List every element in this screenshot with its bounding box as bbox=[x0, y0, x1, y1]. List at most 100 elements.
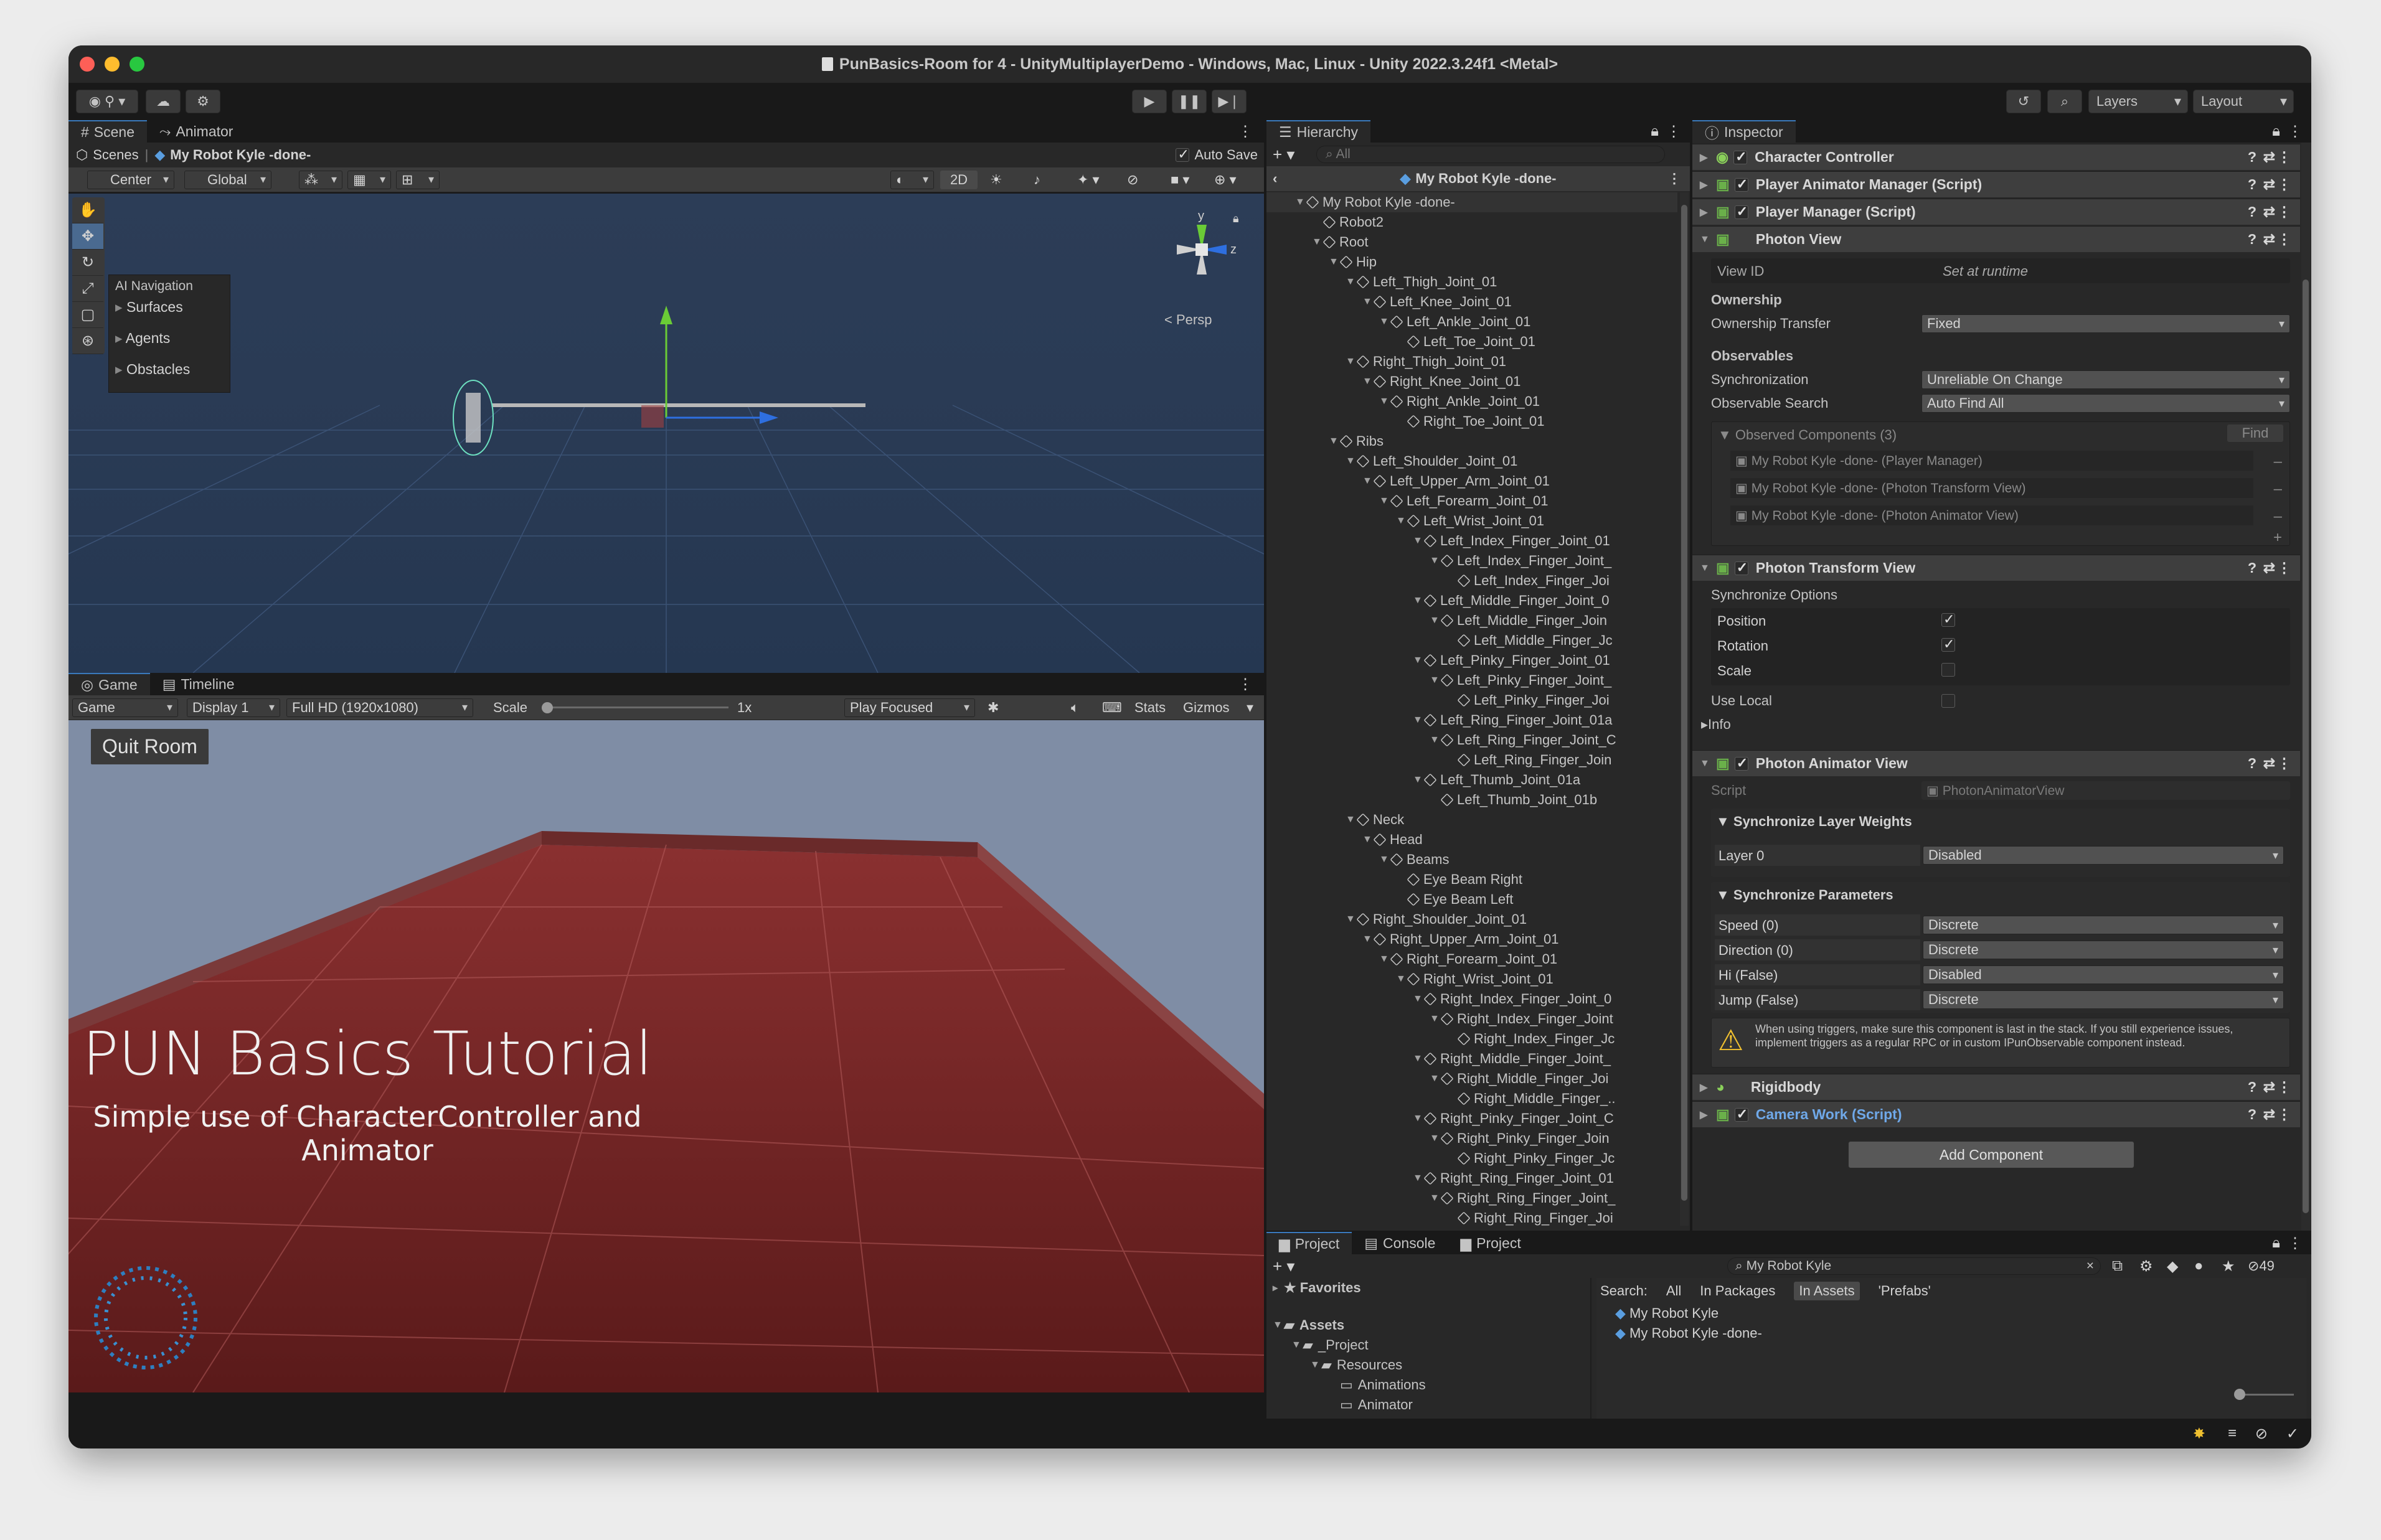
remove-icon[interactable]: – bbox=[2274, 508, 2282, 525]
quit-room-button[interactable]: Quit Room bbox=[91, 729, 209, 764]
hierarchy-search-input[interactable]: ⌕ All bbox=[1316, 146, 1665, 163]
lightbulb-icon[interactable]: ✸ bbox=[2193, 1425, 2205, 1443]
collapse-arrow-icon[interactable]: ▼ bbox=[1379, 954, 1390, 965]
component-photon-transform-view[interactable]: ▼▣Photon Transform View?⇄⋮ bbox=[1692, 555, 2300, 581]
collapse-arrow-icon[interactable]: ▼ bbox=[1430, 1073, 1441, 1084]
preset-icon[interactable]: ⇄ bbox=[2263, 755, 2275, 772]
collapse-arrow-icon[interactable]: ▼ bbox=[1379, 854, 1390, 865]
hierarchy-item[interactable]: ▼ Ribs bbox=[1266, 431, 1677, 451]
help-icon[interactable]: ? bbox=[2248, 1106, 2256, 1123]
collapse-arrow-icon[interactable]: ▼ bbox=[1379, 316, 1390, 327]
auto-save-toggle[interactable]: Auto Save bbox=[1176, 146, 1258, 163]
hierarchy-item[interactable]: ▼ Right_Upper_Arm_Joint_01 bbox=[1266, 929, 1677, 949]
hierarchy-item[interactable]: Eye Beam Right bbox=[1266, 870, 1677, 890]
project-search-input[interactable]: ⌕ My Robot Kyle × bbox=[1727, 1257, 2101, 1275]
collapse-arrow-icon[interactable]: ▼ bbox=[1310, 1359, 1321, 1371]
filter-type-icon[interactable]: ⚙ bbox=[2139, 1257, 2153, 1275]
collapse-arrow-icon[interactable]: ▼ bbox=[1329, 256, 1340, 268]
rotation-checkbox[interactable] bbox=[1941, 636, 1955, 652]
more-options-icon[interactable]: ⋮ bbox=[1666, 123, 1681, 141]
scrollbar-thumb[interactable] bbox=[2303, 279, 2309, 1213]
collapse-arrow-icon[interactable]: ▼ bbox=[1413, 1173, 1424, 1184]
hierarchy-item[interactable]: ▼ Right_Index_Finger_Joint_0 bbox=[1266, 989, 1677, 1009]
more-options-icon[interactable]: ⋮ bbox=[2277, 1079, 2291, 1096]
back-arrow-icon[interactable]: ‹ bbox=[1273, 171, 1277, 187]
hierarchy-item[interactable]: Left_Index_Finger_Joi bbox=[1266, 571, 1677, 591]
hierarchy-scrollbar[interactable] bbox=[1680, 192, 1689, 1226]
global-dropdown[interactable]: Global bbox=[184, 170, 271, 189]
project-folder[interactable]: ▼ ▰ Assets bbox=[1266, 1315, 1590, 1335]
collapse-arrow-icon[interactable]: ▼ bbox=[1362, 476, 1374, 487]
close-window-button[interactable] bbox=[80, 57, 95, 72]
help-icon[interactable]: ? bbox=[2248, 755, 2256, 772]
bug-icon[interactable]: ✱ bbox=[988, 700, 999, 716]
perspective-label[interactable]: < Persp bbox=[1164, 312, 1212, 328]
synchronization-dropdown[interactable]: Unreliable On Change bbox=[1921, 370, 2290, 389]
lock-icon[interactable]: 🔒︎ bbox=[1233, 212, 1239, 225]
remove-icon[interactable]: – bbox=[2274, 481, 2282, 498]
favorites-folder[interactable]: ▸ ★ Favorites bbox=[1266, 1278, 1590, 1298]
favorite-star-icon[interactable]: ★ bbox=[2222, 1257, 2235, 1275]
help-icon[interactable]: ? bbox=[2248, 560, 2256, 576]
search-result-item[interactable]: ◆ My Robot Kyle -done- bbox=[1615, 1325, 1762, 1341]
stack-icon[interactable]: ≡ bbox=[2228, 1425, 2237, 1442]
collapse-arrow-icon[interactable]: ▼ bbox=[1291, 1340, 1303, 1351]
rotate-tool-icon[interactable]: ↻ bbox=[72, 250, 103, 276]
hierarchy-item[interactable]: ▼ Left_Knee_Joint_01 bbox=[1266, 292, 1677, 312]
keyboard-icon[interactable]: ⌨ bbox=[1102, 700, 1122, 716]
more-options-icon[interactable]: ⋮ bbox=[2277, 176, 2291, 193]
component-enabled-checkbox[interactable] bbox=[1734, 1106, 1748, 1122]
lighting-icon[interactable]: ☀ bbox=[990, 172, 1002, 188]
collapse-arrow-icon[interactable]: ▼ bbox=[1273, 1320, 1284, 1331]
collapse-arrow-icon[interactable]: ▼ bbox=[1430, 1013, 1441, 1025]
preset-icon[interactable]: ⇄ bbox=[2263, 1106, 2275, 1123]
collapse-arrow-icon[interactable]: ▼ bbox=[1346, 456, 1357, 467]
collapse-arrow-icon[interactable]: ▼ bbox=[1329, 436, 1340, 447]
collapse-arrow-icon[interactable]: ▼ bbox=[1396, 974, 1407, 985]
settings-gear-icon[interactable]: ⚙ bbox=[186, 90, 220, 113]
hierarchy-item[interactable]: ▼ Root bbox=[1266, 232, 1677, 252]
collapse-arrow-icon[interactable]: ▼ bbox=[1413, 595, 1424, 606]
lock-icon[interactable]: 🔒︎ bbox=[2272, 123, 2280, 140]
collapse-arrow-icon[interactable]: ▼ bbox=[1346, 914, 1357, 925]
play-focused-dropdown[interactable]: Play Focused bbox=[844, 698, 975, 717]
camera-icon[interactable]: ■ ▾ bbox=[1171, 172, 1189, 188]
snap-icon[interactable]: ⁂ bbox=[299, 170, 342, 189]
hierarchy-item[interactable]: ▼ Right_Index_Finger_Joint bbox=[1266, 1009, 1677, 1029]
add-icon[interactable]: + bbox=[2273, 529, 2282, 547]
add-component-button[interactable]: Add Component bbox=[1848, 1141, 2134, 1168]
hierarchy-item[interactable]: ▼ Right_Thigh_Joint_01 bbox=[1266, 352, 1677, 372]
project-folder[interactable]: ▭ Animations bbox=[1266, 1375, 1590, 1395]
project-folder[interactable]: ▼ ▰ _Project bbox=[1266, 1335, 1590, 1355]
layer-weights-header[interactable]: ▼ Synchronize Layer Weights bbox=[1716, 814, 1912, 830]
hidden-packages-toggle[interactable]: ⊘49 bbox=[2248, 1258, 2275, 1274]
hierarchy-item[interactable]: Left_Thumb_Joint_01b bbox=[1266, 790, 1677, 810]
hidden-objects-icon[interactable]: ⊘ bbox=[1127, 172, 1138, 188]
collapse-arrow-icon[interactable]: ▼ bbox=[1430, 1133, 1441, 1144]
hierarchy-item[interactable]: ▼ Left_Shoulder_Joint_01 bbox=[1266, 451, 1677, 471]
ai-nav-item-surfaces[interactable]: ▸ Surfaces bbox=[109, 296, 230, 327]
expand-arrow-icon[interactable]: ▶ bbox=[1700, 1109, 1711, 1121]
tab-game[interactable]: ◎ Game bbox=[68, 673, 150, 695]
info-foldout[interactable]: ▸ Info bbox=[1701, 714, 2280, 735]
rect-tool-icon[interactable]: ▢ bbox=[72, 302, 103, 328]
more-options-icon[interactable]: ⋮ bbox=[2288, 123, 2303, 141]
display-dropdown[interactable]: Display 1 bbox=[187, 698, 280, 717]
param-sync-dropdown[interactable]: Discrete bbox=[1923, 941, 2284, 959]
collapse-arrow-icon[interactable]: ▼ bbox=[1362, 376, 1374, 387]
expand-arrow-icon[interactable]: ▶ bbox=[1700, 151, 1711, 164]
hierarchy-item[interactable]: Right_Middle_Finger_.. bbox=[1266, 1089, 1677, 1109]
expand-arrow-icon[interactable]: ▶ bbox=[1700, 179, 1711, 191]
cloud-icon[interactable]: ☁ bbox=[146, 90, 181, 113]
component-player-manager[interactable]: ▶▣Player Manager (Script)?⇄⋮ bbox=[1692, 199, 2300, 225]
lock-icon[interactable]: 🔒︎ bbox=[2272, 1234, 2280, 1252]
hierarchy-item[interactable]: Robot2 bbox=[1266, 212, 1677, 232]
collapse-arrow-icon[interactable]: ▼ bbox=[1430, 1193, 1441, 1204]
hierarchy-item[interactable]: ▼ Right_Wrist_Joint_01 bbox=[1266, 969, 1677, 989]
scope-all[interactable]: All bbox=[1666, 1283, 1681, 1299]
preset-icon[interactable]: ⇄ bbox=[2263, 176, 2275, 193]
component-enabled-checkbox[interactable] bbox=[1734, 176, 1748, 192]
account-button[interactable]: ◉ ⚲ ▾ bbox=[76, 90, 138, 113]
observable-search-dropdown[interactable]: Auto Find All bbox=[1921, 394, 2290, 413]
breadcrumb-prefab[interactable]: My Robot Kyle -done- bbox=[170, 147, 311, 163]
